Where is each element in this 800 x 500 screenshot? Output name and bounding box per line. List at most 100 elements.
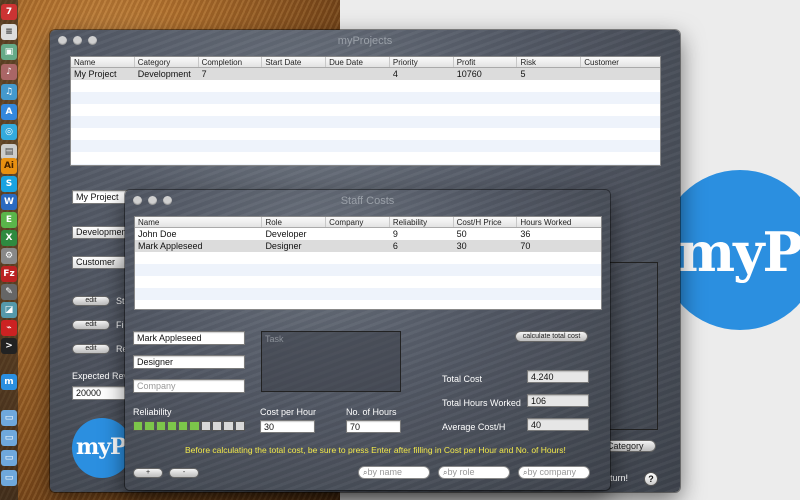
folder-icon[interactable]: ▭: [1, 470, 17, 486]
reliability-segment[interactable]: [212, 421, 223, 431]
staff-titlebar[interactable]: Staff Costs: [125, 190, 610, 212]
close-button[interactable]: [58, 36, 67, 45]
expected-revenue-field[interactable]: 20000: [72, 386, 132, 400]
folder-icon[interactable]: ▭: [1, 410, 17, 426]
search-by-name-field[interactable]: ⌕by name: [358, 466, 430, 479]
zoom-button[interactable]: [163, 196, 172, 205]
main-titlebar[interactable]: myProjects: [50, 30, 680, 52]
photo-icon[interactable]: ▣: [1, 44, 17, 60]
table-row[interactable]: My Project Development 7 4 10760 5: [71, 68, 660, 80]
tools-icon[interactable]: ✎: [1, 284, 17, 300]
projects-table[interactable]: Name Category Completion Start Date Due …: [70, 56, 661, 166]
column-header[interactable]: Priority: [390, 57, 454, 67]
start-label: St: [116, 296, 125, 306]
reliability-segment[interactable]: [155, 421, 166, 431]
notes-icon[interactable]: ≡: [1, 24, 17, 40]
reliability-segment[interactable]: [200, 421, 212, 431]
skype-icon[interactable]: S: [1, 176, 17, 192]
column-header[interactable]: Profit: [454, 57, 518, 67]
minimize-button[interactable]: [148, 196, 157, 205]
reliability-segment[interactable]: [189, 421, 200, 431]
reliability-level-indicator[interactable]: [133, 421, 245, 431]
empty-rows: [135, 252, 601, 309]
expected-revenue-label: Expected Rev: [72, 371, 129, 381]
staff-name-field[interactable]: Mark Appleseed: [133, 331, 245, 345]
edit-finish-button[interactable]: edit: [72, 320, 110, 330]
table-cell: [581, 68, 660, 80]
empty-rows: [71, 80, 660, 165]
edit-start-button[interactable]: edit: [72, 296, 110, 306]
pdf-icon[interactable]: ⌁: [1, 320, 17, 336]
window-title: myProjects: [337, 35, 393, 47]
staff-table[interactable]: Name Role Company Reliability Cost/H Pri…: [134, 216, 602, 310]
excel-icon[interactable]: X: [1, 230, 17, 246]
edit-reminder-button[interactable]: edit: [72, 344, 110, 354]
zoom-button[interactable]: [88, 36, 97, 45]
dock: 7 ≡ ▣ ♪ ♫ A ◎ ▤ Ai S W E X ⚙ Fz ✎ ◪ ⌁ > …: [0, 0, 18, 500]
search-by-company-field[interactable]: ⌕by company: [518, 466, 590, 479]
column-header[interactable]: Customer: [581, 57, 660, 67]
column-header[interactable]: Company: [326, 217, 390, 227]
myprojects-dock-icon[interactable]: m: [1, 374, 17, 390]
filezilla-icon[interactable]: Fz: [1, 266, 17, 282]
calculate-total-cost-button[interactable]: calculate total cost: [515, 331, 588, 342]
average-cost-value: 40: [527, 418, 589, 431]
category-button[interactable]: Category: [602, 440, 656, 452]
column-header[interactable]: Category: [135, 57, 199, 67]
table-cell: 30: [456, 241, 467, 251]
hours-field[interactable]: 70: [346, 420, 401, 433]
minimize-button[interactable]: [73, 36, 82, 45]
column-header[interactable]: Completion: [199, 57, 263, 67]
add-staff-button[interactable]: +: [133, 468, 163, 478]
calendar-icon[interactable]: 7: [1, 4, 17, 20]
column-header[interactable]: Hours Worked: [517, 217, 601, 227]
reliability-segment[interactable]: [178, 421, 189, 431]
table-row[interactable]: Mark Appleseed Designer 6 30 70: [135, 240, 601, 252]
folder-icon[interactable]: ▭: [1, 430, 17, 446]
search-by-role-field[interactable]: ⌕by role: [438, 466, 510, 479]
appstore-icon[interactable]: A: [1, 104, 17, 120]
reliability-segment[interactable]: [144, 421, 155, 431]
reliability-segment[interactable]: [166, 421, 178, 431]
terminal-icon[interactable]: >: [1, 338, 17, 354]
table-cell: 10760: [456, 69, 482, 79]
column-header[interactable]: Risk: [517, 57, 582, 67]
table-header: Name Category Completion Start Date Due …: [71, 57, 660, 68]
close-button[interactable]: [133, 196, 142, 205]
column-header[interactable]: Due Date: [326, 57, 390, 67]
total-cost-value: 4.240: [527, 370, 589, 383]
total-hours-value: 106: [527, 394, 589, 407]
settings-icon[interactable]: ⚙: [1, 248, 17, 264]
table-cell: 50: [456, 229, 467, 239]
folder-icon[interactable]: ▭: [1, 450, 17, 466]
task-field[interactable]: Task: [261, 331, 401, 392]
finish-label: Fi: [116, 320, 124, 330]
table-header: Name Role Company Reliability Cost/H Pri…: [135, 217, 601, 228]
column-header[interactable]: Cost/H Price: [454, 217, 518, 227]
help-button[interactable]: ?: [644, 472, 658, 486]
cost-per-hour-field[interactable]: 30: [260, 420, 315, 433]
table-cell: 4: [392, 69, 398, 79]
staff-role-field[interactable]: Designer: [133, 355, 245, 369]
word-icon[interactable]: W: [1, 194, 17, 210]
window-title: Staff Costs: [340, 195, 395, 207]
safari-icon[interactable]: ◎: [1, 124, 17, 140]
column-header[interactable]: Role: [262, 217, 327, 227]
column-header[interactable]: Name: [71, 57, 135, 67]
remove-staff-button[interactable]: -: [169, 468, 199, 478]
staff-company-field[interactable]: Company: [133, 379, 245, 393]
reliability-segment[interactable]: [133, 421, 144, 431]
guitar-icon[interactable]: ♪: [1, 64, 17, 80]
illustrator-icon[interactable]: Ai: [1, 158, 17, 174]
table-cell: [262, 68, 326, 80]
column-header[interactable]: Start Date: [262, 57, 327, 67]
reliability-segment[interactable]: [234, 421, 245, 431]
reliability-segment[interactable]: [223, 421, 234, 431]
column-header[interactable]: Reliability: [390, 217, 454, 227]
column-header[interactable]: Name: [135, 217, 263, 227]
table-row[interactable]: John Doe Developer 9 50 36: [135, 228, 601, 240]
preview-icon[interactable]: ◪: [1, 302, 17, 318]
evernote-icon[interactable]: E: [1, 212, 17, 228]
table-cell: 9: [392, 229, 398, 239]
itunes-icon[interactable]: ♫: [1, 84, 17, 100]
